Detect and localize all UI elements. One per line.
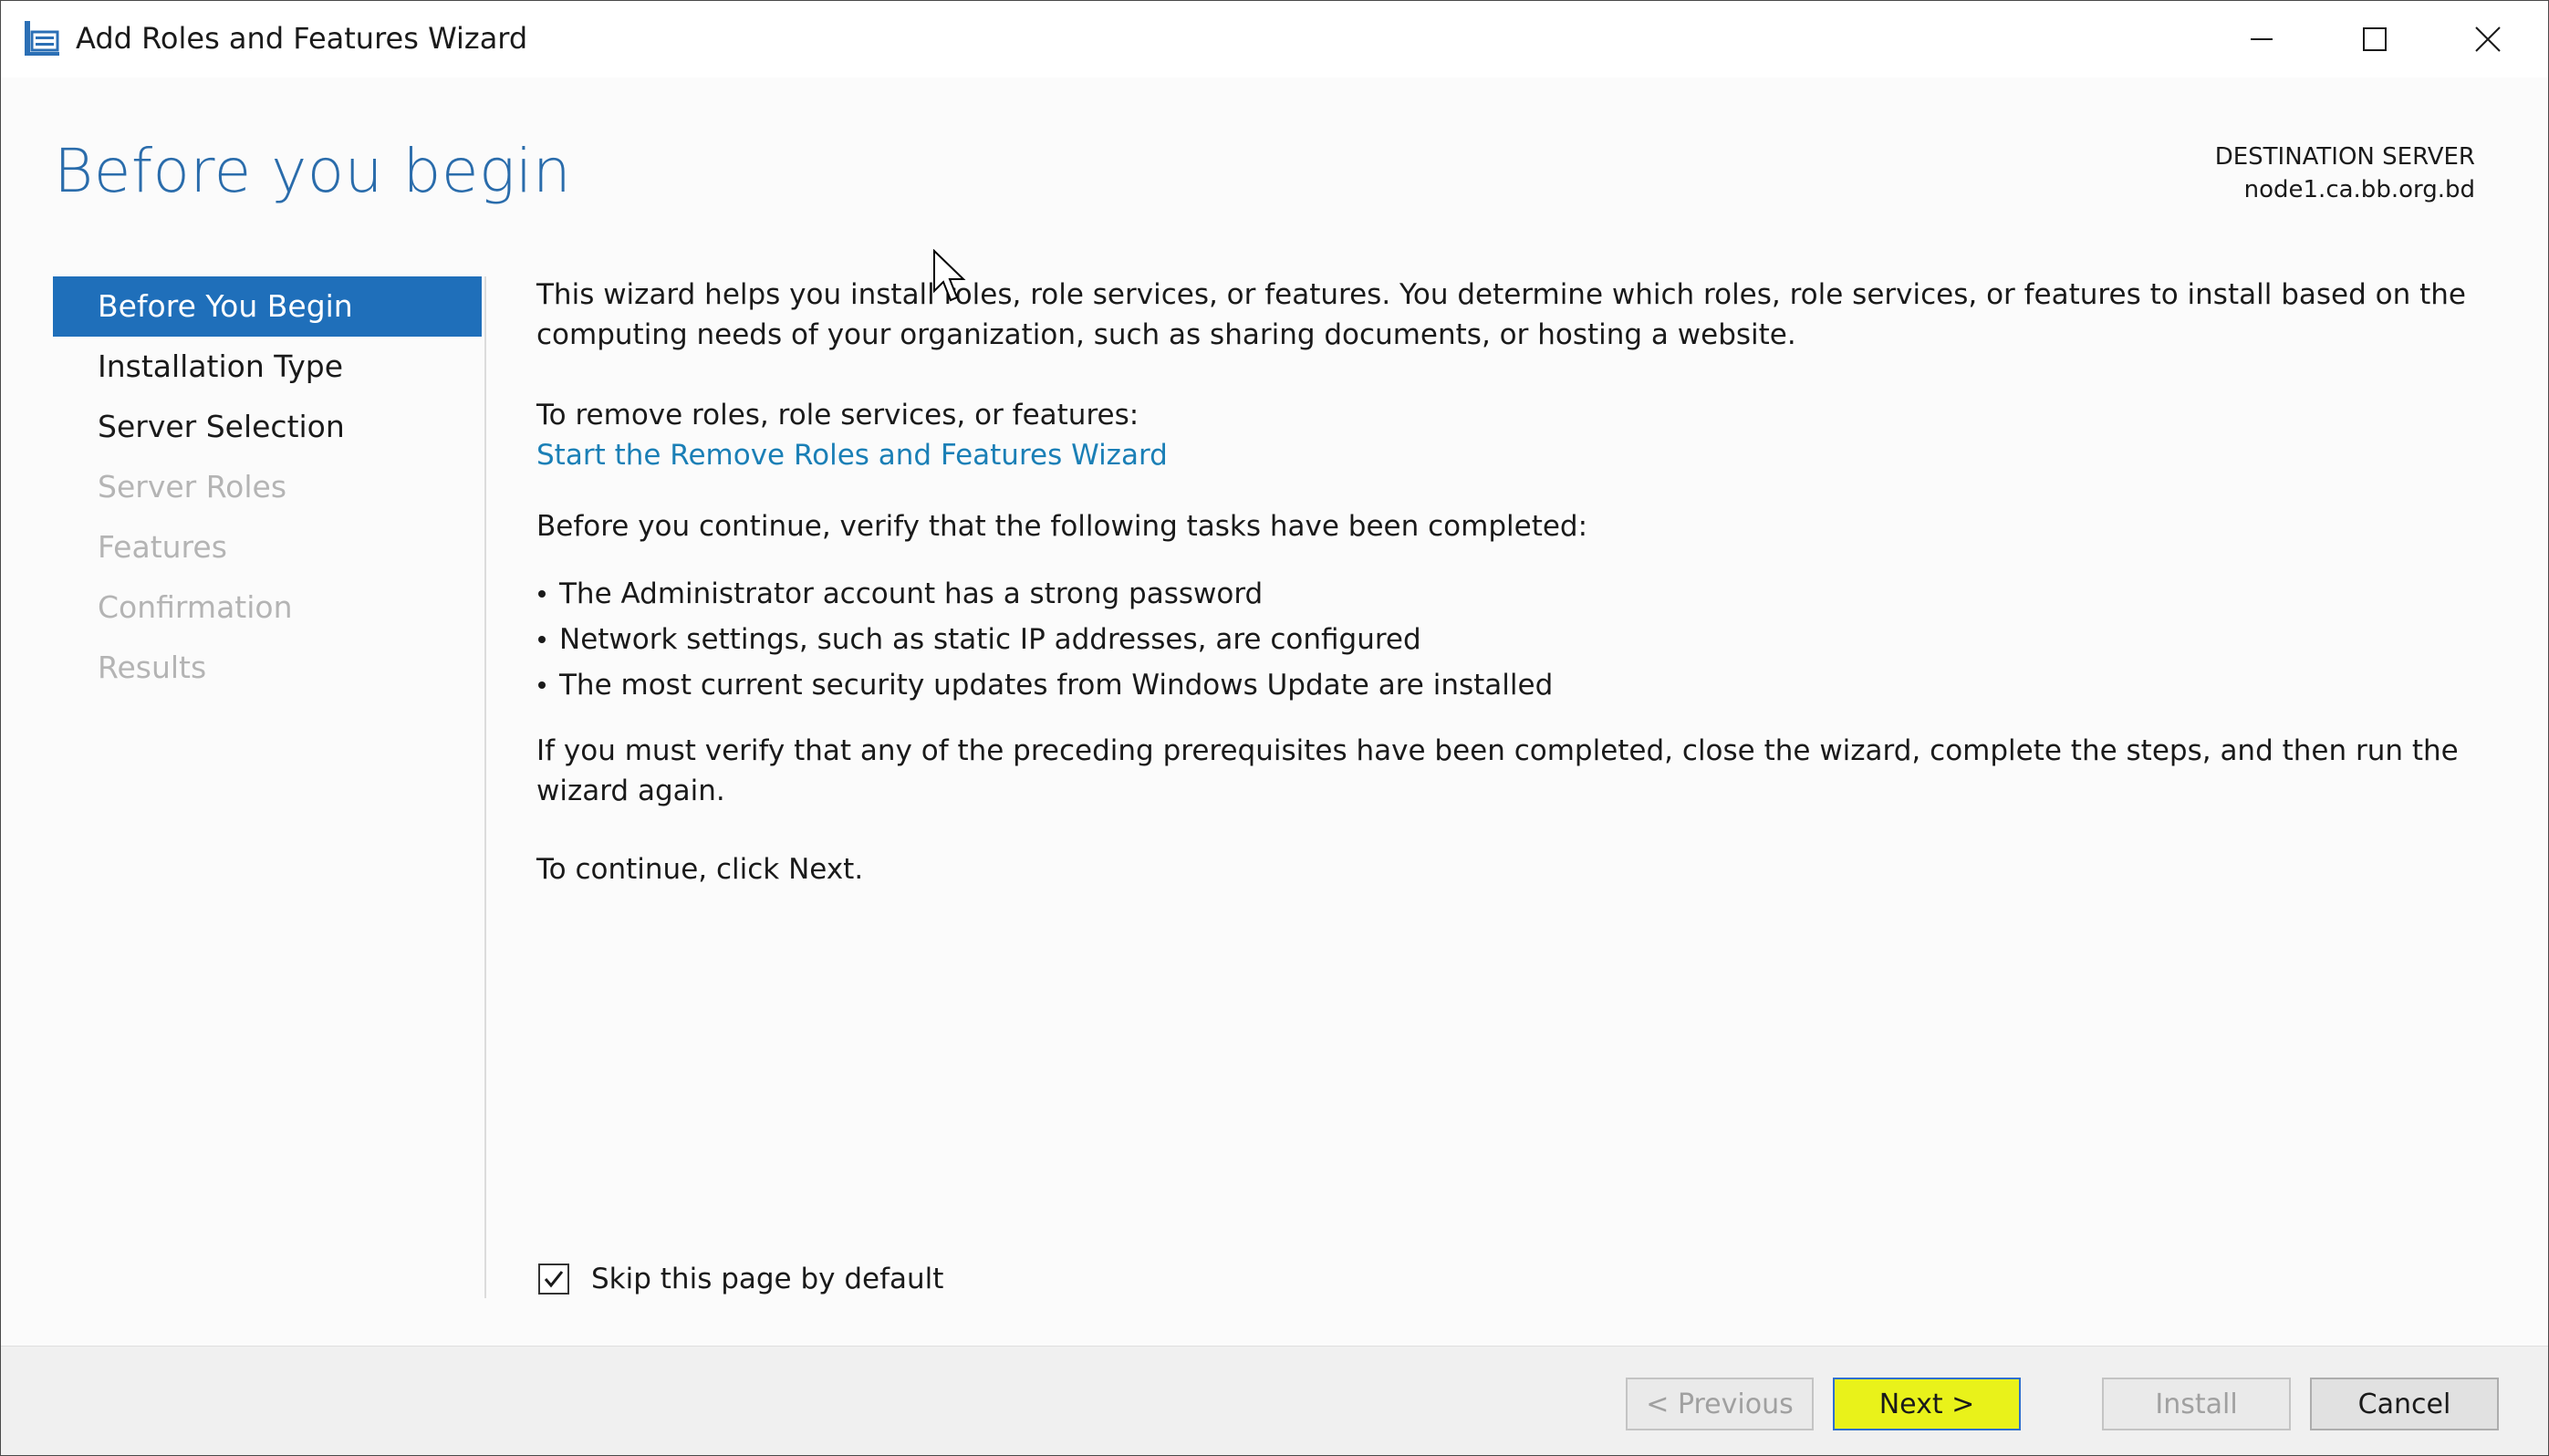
nav-item-results: Results	[98, 650, 207, 685]
skip-page-option[interactable]: Skip this page by default	[538, 1261, 943, 1297]
remove-wizard-link[interactable]: Start the Remove Roles and Features Wiza…	[536, 439, 1168, 472]
page-title: Before you begin	[54, 136, 572, 206]
wizard-window: Add Roles and Features Wizard Before you…	[0, 0, 2549, 1456]
nav-item-server-selection[interactable]: Server Selection	[53, 397, 482, 457]
nav-item-server-roles: Server Roles	[98, 469, 287, 504]
wizard-nav: Before You Begin Installation Type Serve…	[53, 276, 482, 698]
skip-page-label[interactable]: Skip this page by default	[591, 1263, 943, 1295]
close-button[interactable]	[2431, 1, 2544, 78]
minimize-icon	[2251, 38, 2273, 40]
server-manager-icon	[23, 19, 61, 57]
nav-item-before-you-begin[interactable]: Before You Begin	[53, 276, 482, 337]
button-bar: < Previous Next > Install Cancel	[1, 1346, 2548, 1455]
nav-divider	[484, 276, 486, 1298]
bullet-icon	[538, 681, 546, 689]
intro-text: This wizard helps you install roles, rol…	[536, 278, 2466, 351]
checkmark-icon	[544, 1271, 564, 1288]
nav-item-features: Features	[98, 529, 227, 565]
close-icon	[2475, 26, 2501, 52]
title-bar: Add Roles and Features Wizard	[1, 1, 2548, 78]
destination-server-value: node1.ca.bb.org.bd	[2243, 176, 2475, 203]
minimize-button[interactable]	[2205, 1, 2318, 78]
maximize-button[interactable]	[2318, 1, 2431, 78]
nav-item-confirmation: Confirmation	[98, 589, 293, 625]
mouse-cursor-icon	[933, 249, 966, 302]
bullet-icon	[538, 590, 546, 598]
cancel-button[interactable]: Cancel	[2310, 1378, 2499, 1430]
task-list: The Administrator account has a strong p…	[536, 574, 2480, 711]
next-button[interactable]: Next >	[1833, 1378, 2021, 1430]
maximize-icon	[2363, 27, 2387, 51]
continue-text: To continue, click Next.	[536, 853, 864, 886]
before-continue-text: Before you continue, verify that the fol…	[536, 510, 1588, 543]
verify-text: If you must verify that any of the prece…	[536, 734, 2459, 807]
destination-server-label: DESTINATION SERVER	[2214, 143, 2475, 171]
previous-button[interactable]: < Previous	[1626, 1378, 1814, 1430]
task-text: Network settings, such as static IP addr…	[559, 623, 1421, 656]
task-text: The most current security updates from W…	[559, 669, 1554, 702]
list-item: The most current security updates from W…	[536, 665, 2480, 711]
bullet-icon	[538, 636, 546, 643]
list-item: Network settings, such as static IP addr…	[536, 619, 2480, 665]
remove-label: To remove roles, role services, or featu…	[536, 399, 1139, 432]
list-item: The Administrator account has a strong p…	[536, 574, 2480, 619]
install-button[interactable]: Install	[2102, 1378, 2291, 1430]
task-text: The Administrator account has a strong p…	[559, 577, 1264, 610]
window-title: Add Roles and Features Wizard	[76, 21, 528, 56]
nav-item-installation-type[interactable]: Installation Type	[53, 337, 482, 397]
remove-section: To remove roles, role services, or featu…	[536, 395, 2480, 475]
skip-page-checkbox[interactable]	[538, 1264, 569, 1295]
